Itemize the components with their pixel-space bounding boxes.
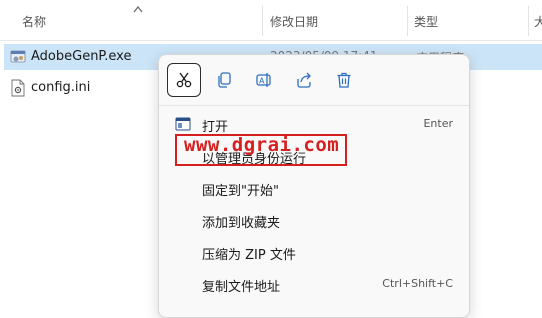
menu-item-shortcut: Ctrl+Shift+C — [382, 277, 453, 290]
copy-button[interactable] — [207, 63, 241, 97]
column-divider[interactable] — [407, 6, 408, 36]
sort-ascending-icon — [133, 6, 143, 13]
menu-item-copy-path[interactable]: 复制文件地址 Ctrl+Shift+C — [163, 269, 465, 299]
file-name: config.ini — [31, 80, 91, 95]
menu-item-shortcut: Enter — [423, 117, 453, 130]
ini-file-icon — [11, 79, 25, 97]
menu-item-label: 压缩为 ZIP 文件 — [202, 248, 296, 263]
file-name: AdobeGenP.exe — [31, 49, 132, 64]
rename-icon: A — [256, 73, 271, 87]
menu-item-pin-to-start[interactable]: 固定到"开始" — [163, 173, 465, 203]
rename-button[interactable]: A — [247, 63, 281, 97]
column-divider[interactable] — [528, 6, 529, 36]
menu-item-label: 添加到收藏夹 — [202, 216, 281, 231]
column-size-header[interactable]: 大 — [534, 13, 542, 30]
delete-button[interactable] — [327, 63, 361, 97]
column-date-header[interactable]: 修改日期 — [270, 13, 318, 30]
menu-item-compress-zip[interactable]: 压缩为 ZIP 文件 — [163, 237, 465, 267]
menu-item-add-to-favorites[interactable]: 添加到收藏夹 — [163, 205, 465, 235]
app-window-icon — [175, 117, 191, 131]
column-divider[interactable] — [262, 6, 263, 36]
menu-item-label: 复制文件地址 — [202, 280, 281, 295]
column-header: 名称 修改日期 类型 大 — [0, 0, 542, 41]
column-name-header[interactable]: 名称 — [22, 13, 46, 30]
share-icon — [297, 72, 311, 88]
exe-file-icon — [10, 50, 26, 63]
trash-icon — [337, 72, 351, 88]
menu-item-label: 打开 — [202, 120, 229, 135]
menu-item-label: 固定到"开始" — [202, 184, 279, 199]
cut-button[interactable] — [167, 63, 201, 97]
column-type-header[interactable]: 类型 — [414, 13, 438, 30]
menu-divider — [159, 105, 469, 106]
context-menu: A 打开 Enter 以管理员身份运行 固定到"开始" 添加到收藏夹 压缩为 Z… — [158, 54, 470, 318]
watermark-text: www.dgrai.com — [184, 134, 340, 156]
svg-text:A: A — [259, 77, 265, 86]
copy-icon — [218, 72, 231, 88]
share-button[interactable] — [287, 63, 321, 97]
scissors-icon — [176, 72, 192, 88]
